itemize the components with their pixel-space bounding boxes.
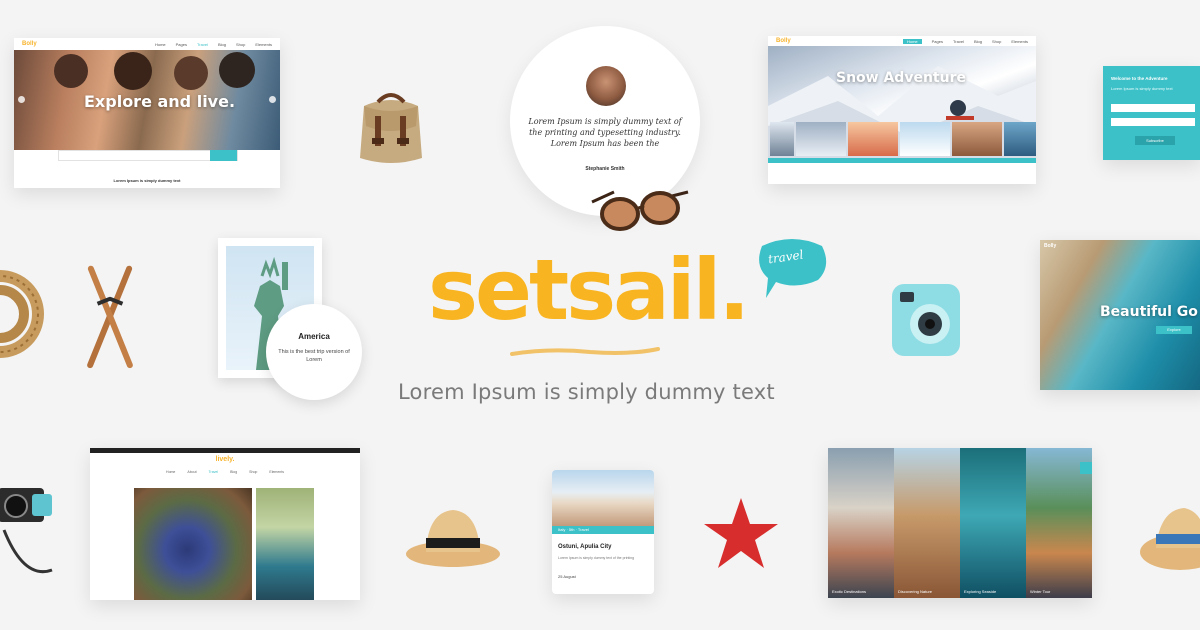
lively-topbar (90, 448, 360, 453)
next-arrow-icon[interactable] (269, 96, 276, 103)
lively-nav: Home About Travel Blog Shop Elements (90, 470, 360, 474)
straw-hat-blue-icon (1140, 498, 1200, 576)
mobile-title: Ostuni, Apulia City (558, 544, 612, 550)
thumb-1[interactable] (770, 122, 794, 156)
nav-pages[interactable]: Pages (932, 39, 943, 44)
stamp-caption-circle: America This is the best trip version of… (266, 304, 362, 400)
nav-shop[interactable]: Shop (992, 39, 1001, 44)
nav-travel[interactable]: Travel (209, 470, 219, 474)
mobile-text: Lorem Ipsum is simply dummy text of the … (558, 556, 635, 560)
explore-footer-text: Lorem Ipsum is simply dummy text (113, 178, 181, 183)
newsletter-card: Welcome to the Adventure Lorem Ipsum is … (1103, 66, 1200, 160)
thumb-caption-strip (768, 158, 1036, 163)
explore-nav: Bolly Home Pages Travel Blog Shop Elemen… (14, 38, 280, 50)
mobile-meta: Italy · 5th · Travel (558, 527, 589, 532)
mobile-card[interactable]: Italy · 5th · Travel Ostuni, Apulia City… (552, 470, 654, 594)
gallery-tile-1[interactable]: Exotic Destinations (828, 448, 894, 598)
nav-travel[interactable]: Travel (197, 42, 208, 47)
traveler-photo[interactable] (256, 488, 314, 600)
nav-blog[interactable]: Blog (230, 470, 237, 474)
newsletter-input-1[interactable] (1111, 104, 1195, 112)
travel-badge: travel (752, 236, 830, 307)
stamp-text: This is the best trip version of Lorem (278, 349, 350, 363)
mobile-date: 25 August (558, 574, 576, 579)
skis-icon (84, 262, 136, 370)
thumb-3[interactable] (848, 122, 898, 156)
starfish-icon (702, 494, 780, 574)
mobile-photo (552, 470, 654, 526)
instant-camera-icon (888, 278, 964, 360)
nav-blog[interactable]: Blog (974, 39, 982, 44)
nav-travel[interactable]: Travel (953, 39, 964, 44)
beautiful-card[interactable]: Bolly Beautiful Go Explore (1040, 240, 1200, 390)
gallery-card[interactable]: Exotic Destinations Discovering Nature E… (828, 448, 1092, 598)
logo: Bolly (1044, 243, 1057, 249)
logo: Bolly (22, 41, 37, 47)
rope-icon (0, 268, 44, 360)
nav-shop[interactable]: Shop (236, 42, 245, 47)
thumb-2[interactable] (796, 122, 846, 156)
newsletter-title: Welcome to the Adventure (1111, 76, 1168, 81)
nav-elements[interactable]: Elements (269, 470, 284, 474)
snow-hero-title: Snow Adventure (836, 70, 966, 86)
avatar (586, 66, 626, 106)
prev-arrow-icon[interactable] (18, 96, 25, 103)
tile-caption: Exotic Destinations (832, 589, 867, 594)
sunglasses-icon (590, 180, 690, 240)
brand-logo: setsail. (428, 241, 750, 339)
snow-card[interactable]: Bolly Home Pages Travel Blog Shop Elemen… (768, 36, 1036, 184)
nav-blog[interactable]: Blog (218, 42, 226, 47)
tile-caption: Discovering Nature (898, 589, 933, 594)
quote-text: Lorem Ipsum is simply dummy text of the … (528, 117, 682, 148)
page: { "brand": {"name": "setsail.", "badge":… (0, 0, 1200, 630)
gallery-tile-2[interactable]: Discovering Nature (894, 448, 960, 598)
logo: Bolly (776, 38, 791, 44)
nav-about[interactable]: About (187, 470, 196, 474)
backpack-icon (348, 86, 434, 172)
thumb-5[interactable] (952, 122, 1002, 156)
nav-home[interactable]: Home (902, 38, 922, 44)
nav-home[interactable]: Home (155, 42, 166, 47)
snow-thumbnails (768, 122, 1036, 158)
explore-card[interactable]: Bolly Home Pages Travel Blog Shop Elemen… (14, 38, 280, 188)
beautiful-hero-title: Beautiful Go (1100, 304, 1198, 320)
newsletter-button[interactable]: Subscribe (1135, 136, 1175, 145)
tile-caption: Winter Tour (1030, 589, 1051, 594)
nav-shop[interactable]: Shop (249, 470, 257, 474)
newsletter-text: Lorem Ipsum is simply dummy text (1111, 86, 1173, 91)
lively-logo: lively. (215, 456, 235, 463)
brush-underline (510, 345, 660, 357)
thumb-6[interactable] (1004, 122, 1036, 156)
gallery-corner-button[interactable] (1080, 462, 1092, 474)
nav-elements[interactable]: Elements (255, 42, 272, 47)
explore-button[interactable]: Explore (1156, 326, 1192, 334)
straw-hat-icon (404, 504, 502, 570)
thumb-4[interactable] (900, 122, 950, 156)
stamp-title: America (298, 332, 330, 341)
grapes-photo[interactable] (134, 488, 252, 600)
newsletter-input-2[interactable] (1111, 118, 1195, 126)
quote-author: Stephanie Smith (585, 166, 625, 172)
lively-card[interactable]: lively. Home About Travel Blog Shop Elem… (90, 448, 360, 600)
brand-tagline: Lorem Ipsum is simply dummy text (398, 380, 775, 404)
explore-hero-title: Explore and live. (84, 92, 236, 111)
search-button[interactable] (210, 150, 237, 161)
tile-caption: Exploring Seaside (964, 589, 997, 594)
thumb-meta-row (768, 168, 1036, 178)
nav-home[interactable]: Home (166, 470, 175, 474)
nav-elements[interactable]: Elements (1011, 39, 1028, 44)
gallery-tile-3[interactable]: Exploring Seaside (960, 448, 1026, 598)
snow-nav: Bolly Home Pages Travel Blog Shop Elemen… (768, 36, 1036, 46)
nav-pages[interactable]: Pages (176, 42, 187, 47)
camera-icon (0, 470, 56, 580)
